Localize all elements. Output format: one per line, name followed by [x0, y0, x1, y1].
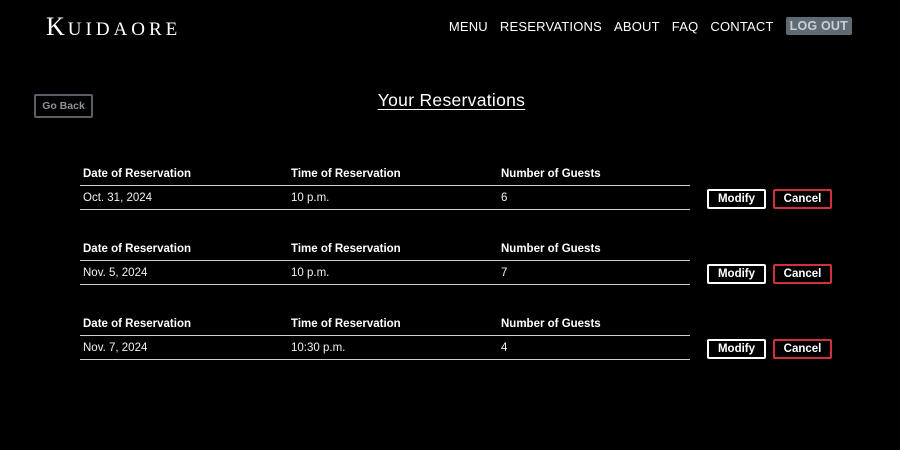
main-nav: MENU RESERVATIONS ABOUT FAQ CONTACT LOG … [449, 17, 852, 35]
reservation-table: Date of Reservation Time of Reservation … [80, 238, 690, 285]
modify-button[interactable]: Modify [707, 189, 766, 209]
cancel-button[interactable]: Cancel [773, 339, 832, 359]
header-date: Date of Reservation [83, 318, 192, 330]
reservation-guests: 6 [501, 191, 508, 204]
reservation-guests: 7 [501, 266, 508, 279]
nav-faq[interactable]: FAQ [672, 19, 699, 34]
reservation-time: 10:30 p.m. [291, 341, 346, 354]
table-header-row: Date of Reservation Time of Reservation … [80, 163, 690, 186]
header-date: Date of Reservation [83, 243, 192, 255]
header-guests: Number of Guests [501, 243, 601, 255]
header-guests: Number of Guests [501, 318, 601, 330]
table-row: Nov. 5, 2024 10 p.m. 7 [80, 261, 690, 285]
modify-button[interactable]: Modify [707, 339, 766, 359]
reservation-actions: Modify Cancel [707, 339, 832, 359]
table-row: Oct. 31, 2024 10 p.m. 6 [80, 186, 690, 210]
page-title: Your Reservations [377, 90, 526, 110]
logo-text: UIDAORE [67, 19, 182, 40]
reservation-card: Date of Reservation Time of Reservation … [80, 313, 840, 363]
logo[interactable]: KUIDAORE [46, 14, 181, 40]
reservation-date: Nov. 7, 2024 [83, 341, 148, 354]
reservation-actions: Modify Cancel [707, 264, 832, 284]
nav-menu[interactable]: MENU [449, 19, 488, 34]
nav-contact[interactable]: CONTACT [710, 19, 773, 34]
header-time: Time of Reservation [291, 318, 401, 330]
reservation-time: 10 p.m. [291, 191, 330, 204]
table-header-row: Date of Reservation Time of Reservation … [80, 313, 690, 336]
table-header-row: Date of Reservation Time of Reservation … [80, 238, 690, 261]
modify-button[interactable]: Modify [707, 264, 766, 284]
nav-reservations[interactable]: RESERVATIONS [500, 19, 602, 34]
cancel-button[interactable]: Cancel [773, 189, 832, 209]
logo-initial: K [46, 12, 68, 41]
reservation-card: Date of Reservation Time of Reservation … [80, 238, 840, 288]
header-guests: Number of Guests [501, 168, 601, 180]
reservation-guests: 4 [501, 341, 508, 354]
header-time: Time of Reservation [291, 168, 401, 180]
reservation-card: Date of Reservation Time of Reservation … [80, 163, 840, 213]
header-date: Date of Reservation [83, 168, 192, 180]
nav-about[interactable]: ABOUT [614, 19, 660, 34]
table-row: Nov. 7, 2024 10:30 p.m. 4 [80, 336, 690, 360]
reservation-date: Oct. 31, 2024 [83, 191, 153, 204]
reservation-actions: Modify Cancel [707, 189, 832, 209]
logout-button[interactable]: LOG OUT [785, 17, 852, 35]
header-time: Time of Reservation [291, 243, 401, 255]
reservation-time: 10 p.m. [291, 266, 330, 279]
reservation-table: Date of Reservation Time of Reservation … [80, 163, 690, 210]
reservation-table: Date of Reservation Time of Reservation … [80, 313, 690, 360]
cancel-button[interactable]: Cancel [773, 264, 832, 284]
reservation-date: Nov. 5, 2024 [83, 266, 148, 279]
